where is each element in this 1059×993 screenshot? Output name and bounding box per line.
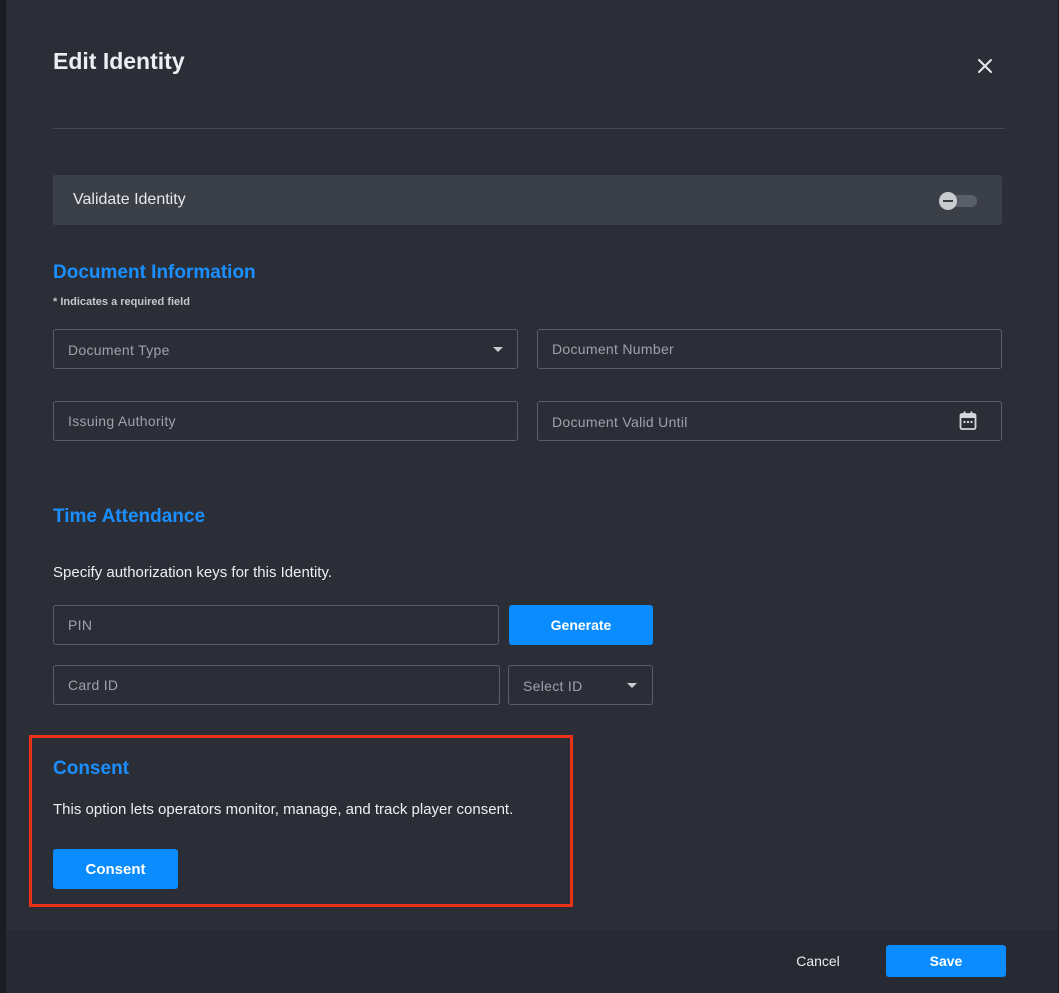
document-valid-until-placeholder: Document Valid Until xyxy=(552,414,688,430)
save-button[interactable]: Save xyxy=(886,945,1006,977)
select-id-placeholder: Select ID xyxy=(523,678,583,694)
issuing-authority-input[interactable] xyxy=(53,401,518,441)
calendar-icon[interactable] xyxy=(959,411,977,431)
validate-identity-toggle[interactable] xyxy=(939,192,979,210)
toggle-knob xyxy=(939,192,957,210)
cancel-button[interactable]: Cancel xyxy=(782,947,854,975)
consent-description: This option lets operators monitor, mana… xyxy=(53,801,514,818)
document-type-select[interactable]: Document Type xyxy=(53,329,518,369)
document-information-title: Document Information xyxy=(53,262,256,283)
chevron-down-icon xyxy=(627,683,637,688)
card-id-input[interactable] xyxy=(53,665,500,705)
time-attendance-title: Time Attendance xyxy=(53,506,206,527)
time-attendance-description: Specify authorization keys for this Iden… xyxy=(53,564,333,581)
document-number-input[interactable] xyxy=(537,329,1002,369)
edit-identity-dialog: Edit Identity Validate Identity Document… xyxy=(6,0,1058,993)
required-field-note: * Indicates a required field xyxy=(53,296,190,308)
document-valid-until-field[interactable]: Document Valid Until xyxy=(537,401,1002,441)
chevron-down-icon xyxy=(493,347,503,352)
consent-button[interactable]: Consent xyxy=(53,849,178,889)
close-icon xyxy=(978,59,992,73)
pin-input[interactable] xyxy=(53,605,499,645)
title-divider xyxy=(53,128,1005,129)
generate-button[interactable]: Generate xyxy=(509,605,653,645)
close-button[interactable] xyxy=(973,54,997,78)
dialog-title: Edit Identity xyxy=(53,48,185,74)
validate-identity-label: Validate Identity xyxy=(73,191,186,208)
consent-title: Consent xyxy=(53,758,129,779)
select-id-dropdown[interactable]: Select ID xyxy=(508,665,653,705)
validate-identity-row: Validate Identity xyxy=(53,175,1002,225)
document-type-placeholder: Document Type xyxy=(68,342,170,358)
